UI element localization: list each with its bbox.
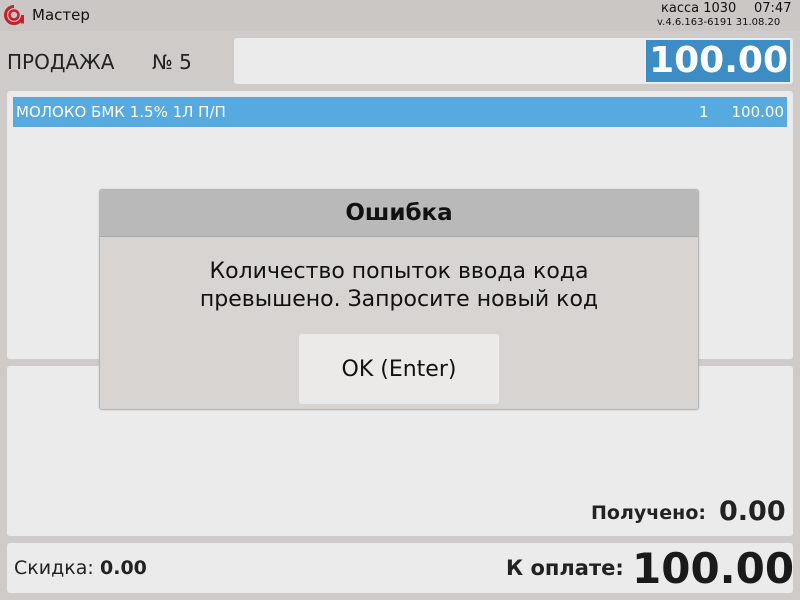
dialog-header: Ошибка	[100, 190, 698, 237]
error-dialog: Ошибка Количество попыток ввода кода пре…	[99, 189, 699, 410]
sale-label: ПРОДАЖА	[7, 50, 115, 74]
item-name: МОЛОКО БМК 1.5% 1Л П/П	[16, 103, 226, 121]
dialog-message-line-2: превышено. Запросите новый код	[199, 287, 599, 312]
kassa-label: касса 1030	[661, 1, 737, 16]
ok-button[interactable]: OK (Enter)	[299, 334, 499, 404]
topay-value: 100.00	[632, 544, 795, 593]
received-value: 0.00	[719, 496, 786, 527]
discount-value: 0.00	[100, 557, 147, 579]
dialog-message: Количество попыток ввода кода превышено.…	[100, 258, 698, 314]
topay-label: К оплате:	[506, 556, 624, 580]
clock: 07:47	[754, 1, 792, 16]
discount-label: Скидка:	[14, 557, 94, 579]
dialog-title: Ошибка	[345, 200, 453, 226]
top-bar: Мастер касса 1030 07:47 v.4.6.163-6191 3…	[0, 0, 800, 31]
received-label: Получено:	[591, 502, 706, 524]
item-qty: 1	[699, 103, 709, 121]
sale-number: № 5	[152, 50, 192, 74]
version-info: v.4.6.163-6191 31.08.20	[657, 17, 781, 28]
item-row[interactable]: МОЛОКО БМК 1.5% 1Л П/П 1 100.00	[13, 97, 787, 127]
dialog-message-line-1: Количество попыток ввода кода	[209, 259, 589, 284]
total-value: 100.00	[646, 40, 790, 82]
brand-logo-icon	[4, 5, 24, 25]
app-title: Мастер	[32, 6, 90, 24]
item-sum: 100.00	[731, 103, 785, 121]
